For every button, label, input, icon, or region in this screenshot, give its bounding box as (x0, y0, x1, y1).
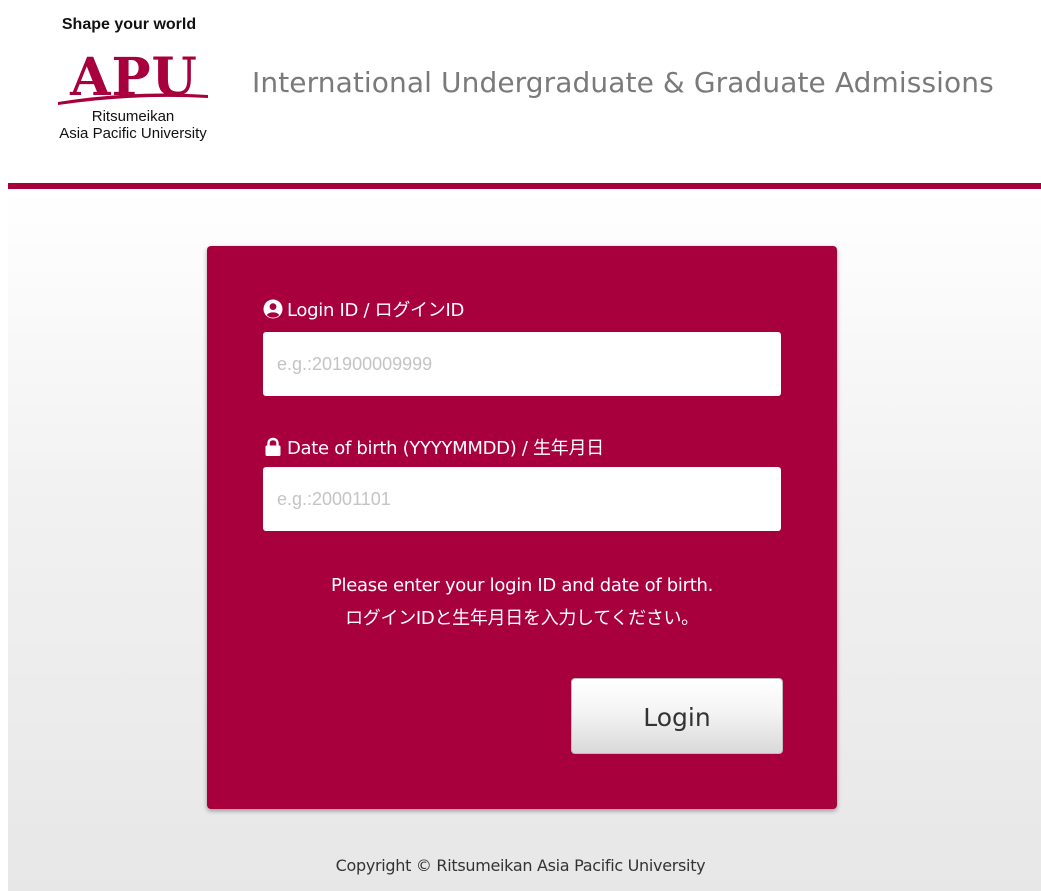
login-id-input[interactable] (263, 332, 781, 396)
login-card: Login ID / ログインID Date of birth (YYYYMMD… (207, 246, 837, 809)
instruction-message: Please enter your login ID and date of b… (207, 569, 837, 635)
instruction-message-ja: ログインIDと生年月日を入力してください。 (345, 608, 699, 629)
university-name-line1: Ritsumeikan (91, 108, 175, 125)
lock-icon (263, 437, 283, 457)
page-title: International Undergraduate & Graduate A… (252, 66, 994, 99)
instruction-message-en: Please enter your login ID and date of b… (330, 575, 713, 596)
university-name-line2: Asia Pacific University (59, 125, 207, 142)
user-circle-icon (263, 299, 283, 319)
apu-logo-mark: APU (58, 47, 208, 108)
university-name: Ritsumeikan Asia Pacific University (32, 108, 234, 142)
dob-label-text: Date of birth (YYYYMMDD) / 生年月日 (287, 438, 604, 459)
login-id-label: Login ID / ログインID (263, 296, 464, 322)
site-header: Shape your world APU Ritsumeikan Asia Pa… (0, 0, 1041, 184)
copyright-text: Copyright © Ritsumeikan Asia Pacific Uni… (335, 856, 706, 875)
login-button[interactable]: Login (571, 678, 783, 754)
login-id-label-text: Login ID / ログインID (287, 300, 465, 321)
logo-tagline: Shape your world (61, 16, 197, 33)
dob-label: Date of birth (YYYYMMDD) / 生年月日 (263, 434, 604, 460)
apu-logo[interactable]: Shape your world APU Ritsumeikan Asia Pa… (34, 12, 234, 152)
dob-input[interactable] (263, 467, 781, 531)
